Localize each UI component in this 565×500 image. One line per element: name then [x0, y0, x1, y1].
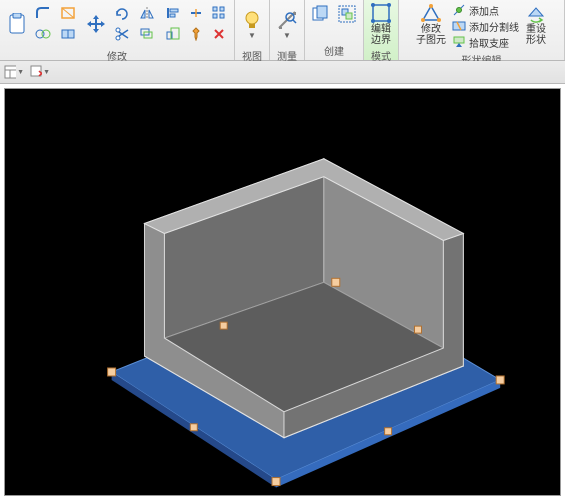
create-group-button[interactable] — [335, 2, 359, 26]
edit-boundary-label-2: 边界 — [371, 35, 391, 46]
viewport-scene — [5, 89, 560, 498]
measure-button[interactable]: ▼ — [274, 2, 300, 46]
chevron-down-icon: ▼ — [283, 31, 291, 40]
chevron-down-icon: ▼ — [248, 31, 256, 40]
pin-button[interactable] — [185, 25, 207, 43]
add-split-line-icon — [452, 19, 466, 33]
properties-toggle-button[interactable]: ▼ — [4, 63, 24, 81]
filter-toggle-button[interactable]: ▼ — [30, 63, 50, 81]
rotate-icon — [114, 6, 130, 20]
scale-icon — [166, 27, 180, 41]
sub-element-icon — [420, 2, 442, 23]
trim-icon — [114, 27, 130, 41]
delete-icon — [212, 27, 226, 41]
split-face-icon — [60, 27, 76, 41]
trim-button[interactable] — [111, 25, 133, 43]
reset-shape-button[interactable]: 重设形状 — [523, 2, 549, 46]
pick-support-button[interactable]: 拾取支座 — [450, 34, 521, 50]
options-bar: ▼ ▼ — [0, 61, 565, 84]
array-icon — [212, 6, 226, 20]
offset-icon — [139, 27, 155, 41]
modify-small-grid-2 — [111, 4, 160, 45]
edit-boundary-icon — [370, 2, 392, 23]
pin-icon — [189, 27, 203, 41]
align-button[interactable] — [162, 4, 184, 22]
ribbon-group-mode: 编辑边界 模式 — [364, 0, 399, 60]
split-icon — [189, 6, 203, 20]
add-split-line-label: 添加分割线 — [469, 19, 519, 34]
rotate-button[interactable] — [111, 4, 133, 22]
split-button[interactable] — [185, 4, 207, 22]
ribbon-group-measure: ▼ 测量 — [270, 0, 305, 60]
create-group-icon — [337, 4, 357, 24]
modify-subelement-button[interactable]: 修改子图元 — [414, 2, 448, 46]
chevron-down-icon: ▼ — [17, 69, 24, 76]
array-button[interactable] — [208, 4, 230, 22]
mirror-icon — [139, 6, 155, 20]
create-similar-button[interactable] — [309, 2, 333, 26]
cope-icon — [35, 6, 51, 20]
add-point-icon — [452, 3, 466, 17]
add-split-line-button[interactable]: 添加分割线 — [450, 18, 521, 34]
properties-icon — [4, 65, 16, 79]
ribbon-group-shapeedit: 修改子图元 添加点 添加分割线 拾取支座 — [399, 0, 565, 60]
ribbon-group-create: 创建 — [305, 0, 364, 60]
cut-icon — [60, 6, 76, 20]
pick-support-label: 拾取支座 — [469, 35, 509, 50]
reset-shape-label-2: 形状 — [526, 35, 546, 46]
reset-shape-icon — [525, 2, 547, 23]
measure-icon — [276, 9, 298, 31]
ribbon-group-view: ▼ 视图 — [235, 0, 270, 60]
sub-element-label-1: 修改 — [421, 24, 441, 35]
clipboard-icon — [6, 13, 28, 35]
modify-small-grid-3 — [162, 4, 230, 45]
join-icon — [35, 27, 51, 41]
chevron-down-icon: ▼ — [43, 69, 50, 76]
edit-boundary-button[interactable]: 编辑边界 — [368, 2, 394, 46]
move-button[interactable] — [83, 2, 109, 46]
sub-element-label-2: 子图元 — [416, 35, 446, 46]
scale-button[interactable] — [162, 25, 184, 43]
filter-close-icon — [30, 65, 42, 79]
offset-button[interactable] — [136, 25, 158, 43]
app-root: 修改 ▼ 视图 ▼ 测量 — [0, 0, 565, 500]
add-point-button[interactable]: 添加点 — [450, 2, 521, 18]
viewport-3d[interactable] — [4, 88, 561, 496]
view-button[interactable]: ▼ — [239, 2, 265, 46]
mirror-button[interactable] — [136, 4, 158, 22]
ribbon-group-modify: 修改 — [0, 0, 235, 60]
create-similar-icon — [311, 4, 331, 24]
split-face-button[interactable] — [57, 25, 79, 43]
cut-button[interactable] — [57, 4, 79, 22]
bulb-icon — [241, 9, 263, 31]
paste-button[interactable] — [4, 2, 30, 46]
group-label-create: 创建 — [324, 41, 344, 60]
reset-shape-label-1: 重设 — [526, 24, 546, 35]
cope-button[interactable] — [32, 4, 54, 22]
add-point-label: 添加点 — [469, 3, 499, 18]
align-icon — [166, 6, 180, 20]
ribbon: 修改 ▼ 视图 ▼ 测量 — [0, 0, 565, 61]
join-button[interactable] — [32, 25, 54, 43]
pick-support-icon — [452, 35, 466, 49]
modify-small-grid-1 — [32, 4, 81, 45]
delete-button[interactable] — [208, 25, 230, 43]
move-arrows-icon — [85, 13, 107, 35]
edit-boundary-label-1: 编辑 — [371, 24, 391, 35]
